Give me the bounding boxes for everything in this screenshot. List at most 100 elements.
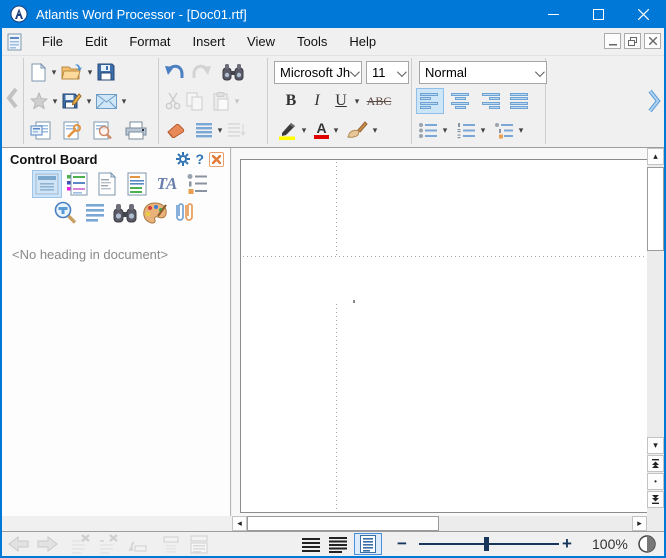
horizontal-scrollbar[interactable]: ◂ ▸ xyxy=(232,516,647,531)
format-painter-dropdown-icon[interactable]: ▾ xyxy=(370,125,380,136)
help-icon[interactable]: ? xyxy=(195,151,204,167)
mdi-close-button[interactable] xyxy=(644,33,661,49)
menu-edit[interactable]: Edit xyxy=(74,29,118,54)
horizontal-scroll-thumb[interactable] xyxy=(247,516,439,531)
new-document-button[interactable] xyxy=(28,59,49,85)
next-page-button[interactable] xyxy=(647,491,664,508)
new-dropdown-icon[interactable]: ▾ xyxy=(49,67,59,78)
cb-outline-button[interactable] xyxy=(182,170,212,198)
multilevel-list-button[interactable] xyxy=(492,117,516,143)
maximize-button[interactable] xyxy=(576,0,621,28)
menu-format[interactable]: Format xyxy=(118,29,181,54)
find-button[interactable] xyxy=(220,59,246,85)
mdi-minimize-button[interactable] xyxy=(604,33,621,49)
scroll-down-button[interactable]: ▾ xyxy=(647,437,664,454)
cb-clips-button[interactable] xyxy=(170,199,200,227)
align-center-button[interactable] xyxy=(446,88,474,114)
document-page[interactable] xyxy=(240,159,647,513)
cb-headings-button[interactable] xyxy=(32,170,62,198)
zoom-in-button[interactable]: + xyxy=(562,534,572,554)
select-browse-object-button[interactable]: • xyxy=(647,473,664,490)
multilevel-list-dropdown-icon[interactable]: ▾ xyxy=(516,125,526,136)
document-system-icon[interactable] xyxy=(7,33,23,51)
favorites-button[interactable] xyxy=(28,88,50,114)
cb-paragraph-button[interactable] xyxy=(80,199,110,227)
control-board-close-button[interactable] xyxy=(209,152,224,167)
scroll-up-button[interactable]: ▴ xyxy=(647,148,664,165)
favorites-dropdown-icon[interactable]: ▾ xyxy=(50,96,60,107)
email-button[interactable] xyxy=(94,88,119,114)
close-button[interactable] xyxy=(621,0,666,28)
document-viewport[interactable] xyxy=(232,148,647,516)
font-color-dropdown-icon[interactable]: ▾ xyxy=(331,125,341,136)
scroll-left-icon: ◂ xyxy=(237,518,242,529)
toolbar-scroll-left-icon[interactable] xyxy=(5,86,19,110)
font-color-button[interactable]: A xyxy=(312,117,331,143)
mdi-restore-button[interactable] xyxy=(624,33,641,49)
bullet-list-button[interactable] xyxy=(416,117,440,143)
menu-view[interactable]: View xyxy=(236,29,286,54)
underline-button[interactable]: U xyxy=(330,88,352,114)
line-spacing-button[interactable] xyxy=(193,117,215,143)
previous-page-button[interactable] xyxy=(647,455,664,472)
cb-colors-button[interactable] xyxy=(140,199,170,227)
document-properties-button[interactable] xyxy=(28,117,54,143)
bold-button[interactable]: B xyxy=(278,88,304,114)
minimize-button[interactable] xyxy=(531,0,576,28)
numbered-list-button[interactable] xyxy=(454,117,478,143)
zoom-slider-track[interactable] xyxy=(419,543,559,545)
save-button[interactable] xyxy=(95,59,117,85)
zoom-slider-thumb[interactable] xyxy=(484,537,489,551)
cb-sections-button[interactable] xyxy=(62,170,92,198)
print-button[interactable] xyxy=(123,117,149,143)
eraser-button[interactable] xyxy=(162,117,188,143)
scroll-right-button[interactable]: ▸ xyxy=(632,516,647,531)
align-right-button[interactable] xyxy=(476,88,504,114)
settings-gear-icon[interactable] xyxy=(176,152,190,166)
cb-zoom-button[interactable] xyxy=(50,199,80,227)
menu-help[interactable]: Help xyxy=(338,29,387,54)
cb-find-button[interactable] xyxy=(110,199,140,227)
scroll-left-button[interactable]: ◂ xyxy=(232,516,247,531)
font-name-value: Microsoft Jh xyxy=(280,65,350,80)
previous-page-icon xyxy=(651,459,660,468)
cb-fields-button[interactable] xyxy=(92,170,122,198)
font-name-combo[interactable]: Microsoft Jh xyxy=(274,61,362,84)
font-size-combo[interactable]: 11 xyxy=(366,61,409,84)
page-setup-button[interactable] xyxy=(60,117,84,143)
cb-fonts-button[interactable]: TA xyxy=(152,170,182,198)
open-dropdown-icon[interactable]: ▾ xyxy=(85,67,95,78)
style-combo[interactable]: Normal xyxy=(419,61,547,84)
underline-dropdown-icon[interactable]: ▾ xyxy=(352,96,362,107)
vertical-scroll-thumb[interactable] xyxy=(647,167,664,251)
online-view-button[interactable] xyxy=(326,535,350,555)
menu-file[interactable]: File xyxy=(31,29,74,54)
numbered-list-dropdown-icon[interactable]: ▾ xyxy=(478,125,488,136)
italic-button[interactable]: I xyxy=(304,88,330,114)
align-left-button[interactable] xyxy=(416,88,444,114)
draft-view-button[interactable] xyxy=(299,535,323,555)
vertical-scrollbar[interactable]: ▴ ▾ • xyxy=(647,148,664,516)
save-special-button[interactable] xyxy=(60,88,84,114)
cb-styles-button[interactable] xyxy=(122,170,152,198)
toolbar-scroll-right-icon[interactable] xyxy=(647,88,662,114)
layout-view-button[interactable] xyxy=(354,533,382,555)
save-special-dropdown-icon[interactable]: ▾ xyxy=(84,96,94,107)
bullet-list-dropdown-icon[interactable]: ▾ xyxy=(440,125,450,136)
open-button[interactable] xyxy=(59,59,85,85)
format-painter-button[interactable] xyxy=(344,117,370,143)
menu-tools[interactable]: Tools xyxy=(286,29,338,54)
align-justify-button[interactable] xyxy=(506,88,534,114)
highlight-button[interactable] xyxy=(276,117,299,143)
layout-view-icon xyxy=(360,535,376,553)
undo-button[interactable] xyxy=(162,59,188,85)
zoom-out-button[interactable]: − xyxy=(397,534,407,554)
menu-insert[interactable]: Insert xyxy=(182,29,237,54)
paintbrush-icon xyxy=(346,121,368,140)
line-spacing-dropdown-icon[interactable]: ▾ xyxy=(215,125,225,136)
email-dropdown-icon[interactable]: ▾ xyxy=(119,96,129,107)
strikethrough-button[interactable]: ABC xyxy=(362,88,396,114)
contrast-toggle-icon[interactable] xyxy=(638,535,656,553)
highlight-dropdown-icon[interactable]: ▾ xyxy=(299,125,309,136)
print-preview-button[interactable] xyxy=(90,117,115,143)
